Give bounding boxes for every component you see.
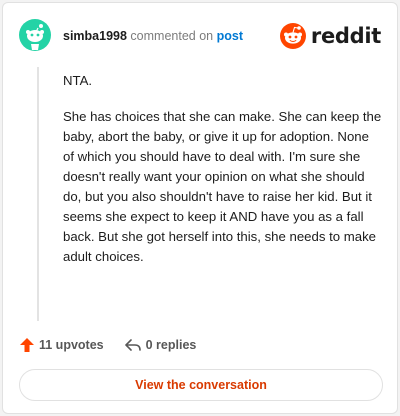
comment-card: simba1998 commented on post reddit NTA. … (2, 2, 398, 414)
snoo-avatar-icon[interactable] (19, 19, 51, 51)
comment-paragraph: She has choices that she can make. She c… (63, 109, 382, 264)
commented-on-text: commented on (130, 29, 214, 43)
reply-count: 0 replies (145, 338, 197, 352)
reddit-logo-text: reddit (310, 24, 381, 48)
reddit-logo-icon (279, 23, 306, 49)
post-link[interactable]: post (217, 29, 243, 43)
comment-actions: 11 upvotes 0 replies (19, 333, 196, 357)
comment-header: simba1998 commented on post (63, 29, 243, 43)
thread-line (37, 67, 39, 321)
upvote-count: 11 upvotes (39, 338, 104, 352)
upvote-arrow-icon (20, 338, 34, 352)
comment-body: NTA. She has choices that she can make. … (63, 71, 383, 283)
reddit-logo[interactable]: reddit (279, 23, 381, 49)
replies-button[interactable]: 0 replies (124, 337, 197, 353)
username[interactable]: simba1998 (63, 29, 127, 43)
reply-icon (124, 339, 141, 351)
view-conversation-button[interactable]: View the conversation (19, 369, 383, 401)
upvote-button[interactable]: 11 upvotes (19, 337, 104, 353)
comment-paragraph: NTA. (63, 73, 93, 88)
